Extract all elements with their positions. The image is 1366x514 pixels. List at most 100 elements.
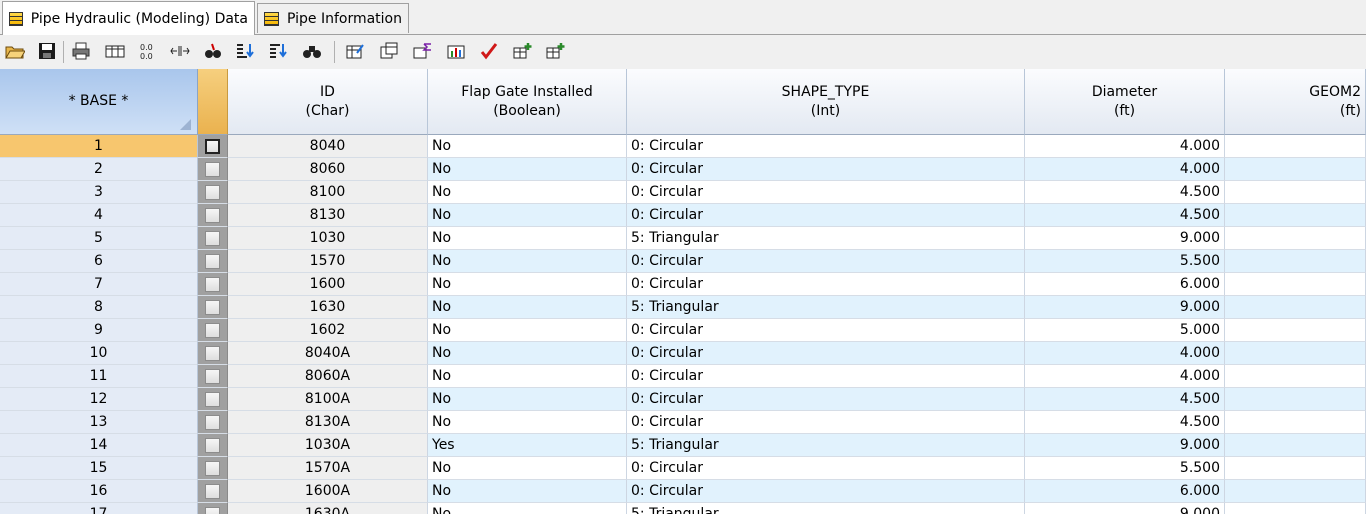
row-select-cell[interactable] xyxy=(198,227,228,250)
row-checkbox[interactable] xyxy=(205,507,220,514)
flap-gate-cell[interactable]: No xyxy=(428,457,627,480)
row-select-cell[interactable] xyxy=(198,434,228,457)
statistics-icon[interactable] xyxy=(444,39,468,63)
row-number-cell[interactable]: 16 xyxy=(0,480,198,503)
id-cell[interactable]: 8130 xyxy=(228,204,428,227)
table-row[interactable]: 10 8040A No 0: Circular 4.000 xyxy=(0,342,1366,365)
print-icon[interactable] xyxy=(69,39,93,63)
row-number-cell[interactable]: 1 xyxy=(0,135,198,158)
diameter-cell[interactable]: 9.000 xyxy=(1025,296,1225,319)
row-number-cell[interactable]: 17 xyxy=(0,503,198,514)
diameter-cell[interactable]: 6.000 xyxy=(1025,273,1225,296)
row-select-cell[interactable] xyxy=(198,388,228,411)
row-select-cell[interactable] xyxy=(198,158,228,181)
row-number-cell[interactable]: 8 xyxy=(0,296,198,319)
shape-type-cell[interactable]: 0: Circular xyxy=(627,457,1025,480)
id-cell[interactable]: 1630 xyxy=(228,296,428,319)
row-number-cell[interactable]: 9 xyxy=(0,319,198,342)
id-cell[interactable]: 1602 xyxy=(228,319,428,342)
id-cell[interactable]: 8060 xyxy=(228,158,428,181)
copy-table-icon[interactable] xyxy=(377,39,401,63)
header-select-column[interactable] xyxy=(198,69,228,135)
geom2-cell[interactable] xyxy=(1225,181,1366,204)
row-checkbox[interactable] xyxy=(205,438,220,453)
geom2-cell[interactable] xyxy=(1225,273,1366,296)
header-diameter[interactable]: Diameter (ft) xyxy=(1025,69,1225,135)
row-select-cell[interactable] xyxy=(198,250,228,273)
row-select-cell[interactable] xyxy=(198,181,228,204)
row-select-cell[interactable] xyxy=(198,342,228,365)
table-row[interactable]: 7 1600 No 0: Circular 6.000 xyxy=(0,273,1366,296)
table-row[interactable]: 8 1630 No 5: Triangular 9.000 xyxy=(0,296,1366,319)
id-cell[interactable]: 1600 xyxy=(228,273,428,296)
row-checkbox[interactable] xyxy=(205,208,220,223)
flap-gate-cell[interactable]: No xyxy=(428,411,627,434)
geom2-cell[interactable] xyxy=(1225,434,1366,457)
id-cell[interactable]: 1570 xyxy=(228,250,428,273)
fit-columns-icon[interactable] xyxy=(168,39,192,63)
geom2-cell[interactable] xyxy=(1225,503,1366,514)
flap-gate-cell[interactable]: No xyxy=(428,342,627,365)
row-number-cell[interactable]: 2 xyxy=(0,158,198,181)
geom2-cell[interactable] xyxy=(1225,158,1366,181)
row-checkbox[interactable] xyxy=(205,254,220,269)
add-column-icon[interactable] xyxy=(510,39,534,63)
flap-gate-cell[interactable]: No xyxy=(428,204,627,227)
row-select-cell[interactable] xyxy=(198,319,228,342)
geom2-cell[interactable] xyxy=(1225,250,1366,273)
row-checkbox[interactable] xyxy=(205,139,220,154)
row-number-cell[interactable]: 14 xyxy=(0,434,198,457)
flap-gate-cell[interactable]: No xyxy=(428,273,627,296)
column-format-icon[interactable]: 0.0 0.0 xyxy=(136,39,160,63)
row-number-cell[interactable]: 13 xyxy=(0,411,198,434)
row-select-cell[interactable] xyxy=(198,411,228,434)
flap-gate-cell[interactable]: No xyxy=(428,227,627,250)
diameter-cell[interactable]: 4.000 xyxy=(1025,158,1225,181)
table-row[interactable]: 11 8060A No 0: Circular 4.000 xyxy=(0,365,1366,388)
row-select-cell[interactable] xyxy=(198,480,228,503)
diameter-cell[interactable]: 5.500 xyxy=(1025,457,1225,480)
shape-type-cell[interactable]: 0: Circular xyxy=(627,158,1025,181)
validate-icon[interactable] xyxy=(477,39,501,63)
row-number-cell[interactable]: 4 xyxy=(0,204,198,227)
row-select-cell[interactable] xyxy=(198,135,228,158)
id-cell[interactable]: 1570A xyxy=(228,457,428,480)
diameter-cell[interactable]: 4.500 xyxy=(1025,411,1225,434)
id-cell[interactable]: 1600A xyxy=(228,480,428,503)
id-cell[interactable]: 1030 xyxy=(228,227,428,250)
shape-type-cell[interactable]: 0: Circular xyxy=(627,273,1025,296)
diameter-cell[interactable]: 6.000 xyxy=(1025,480,1225,503)
header-geom2[interactable]: GEOM2 (ft) xyxy=(1225,69,1366,135)
geom2-cell[interactable] xyxy=(1225,227,1366,250)
row-checkbox[interactable] xyxy=(205,346,220,361)
row-select-cell[interactable] xyxy=(198,273,228,296)
id-cell[interactable]: 8100A xyxy=(228,388,428,411)
geom2-cell[interactable] xyxy=(1225,388,1366,411)
diameter-cell[interactable]: 9.000 xyxy=(1025,503,1225,514)
geom2-cell[interactable] xyxy=(1225,365,1366,388)
flap-gate-cell[interactable]: No xyxy=(428,319,627,342)
id-cell[interactable]: 8040 xyxy=(228,135,428,158)
row-select-cell[interactable] xyxy=(198,296,228,319)
row-checkbox[interactable] xyxy=(205,484,220,499)
edit-table-icon[interactable] xyxy=(343,39,367,63)
shape-type-cell[interactable]: 0: Circular xyxy=(627,135,1025,158)
geom2-cell[interactable] xyxy=(1225,480,1366,503)
shape-type-cell[interactable]: 0: Circular xyxy=(627,388,1025,411)
row-number-cell[interactable]: 10 xyxy=(0,342,198,365)
flap-gate-cell[interactable]: No xyxy=(428,503,627,514)
table-row[interactable]: 17 1630A No 5: Triangular 9.000 xyxy=(0,503,1366,514)
row-number-cell[interactable]: 6 xyxy=(0,250,198,273)
flap-gate-cell[interactable]: No xyxy=(428,135,627,158)
geom2-cell[interactable] xyxy=(1225,457,1366,480)
header-flap-gate[interactable]: Flap Gate Installed (Boolean) xyxy=(428,69,627,135)
table-row[interactable]: 1 8040 No 0: Circular 4.000 xyxy=(0,135,1366,158)
geom2-cell[interactable] xyxy=(1225,319,1366,342)
geom2-cell[interactable] xyxy=(1225,135,1366,158)
flap-gate-cell[interactable]: No xyxy=(428,181,627,204)
row-number-cell[interactable]: 11 xyxy=(0,365,198,388)
tab-pipe-information[interactable]: Pipe Information xyxy=(257,3,409,33)
shape-type-cell[interactable]: 0: Circular xyxy=(627,181,1025,204)
row-number-cell[interactable]: 5 xyxy=(0,227,198,250)
table-row[interactable]: 15 1570A No 0: Circular 5.500 xyxy=(0,457,1366,480)
